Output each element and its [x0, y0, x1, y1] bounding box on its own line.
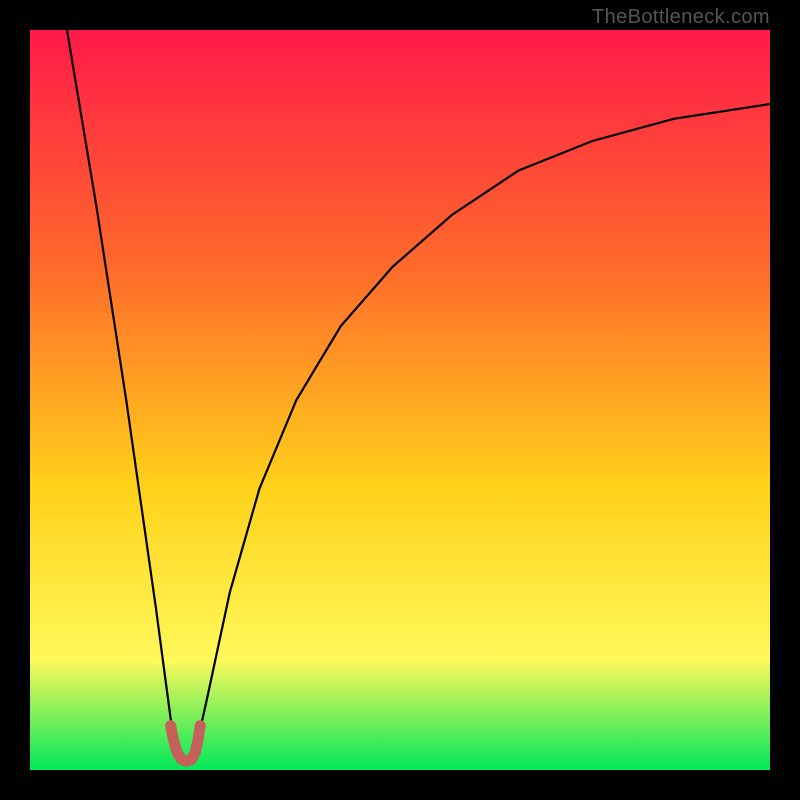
chart-svg	[30, 30, 770, 770]
gradient-background	[30, 30, 770, 770]
plot-area	[30, 30, 770, 770]
chart-container: { "watermark": "TheBottleneck.com", "col…	[0, 0, 800, 800]
watermark-text: TheBottleneck.com	[592, 6, 770, 29]
